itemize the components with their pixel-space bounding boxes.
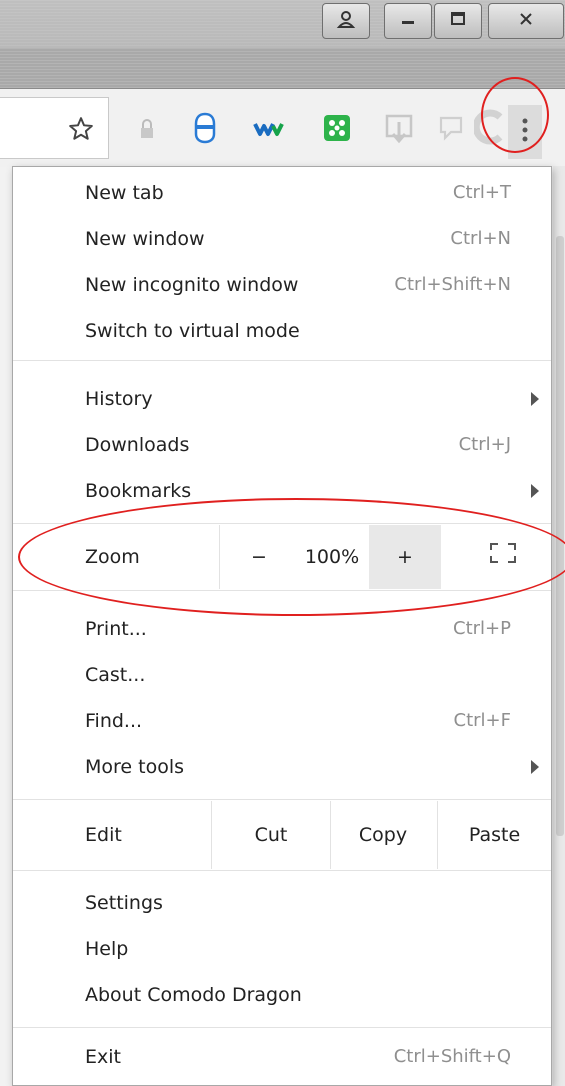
menu-item-cast[interactable]: Cast... [13, 653, 551, 697]
edit-divider [211, 801, 212, 869]
menu-item-about[interactable]: About Comodo Dragon [13, 973, 551, 1017]
menu-item-label: Downloads [85, 434, 190, 456]
menu-divider [13, 799, 551, 800]
menu-item-label: More tools [85, 756, 185, 778]
menu-item-label: Help [85, 938, 129, 960]
menu-item-shortcut: Ctrl+F [453, 710, 511, 731]
menu-divider [13, 590, 551, 591]
green-dice-icon[interactable] [322, 113, 352, 143]
menu-divider [13, 523, 551, 524]
edit-row: Edit Cut Copy Paste [13, 801, 551, 869]
lock-icon[interactable] [137, 116, 157, 142]
submenu-arrow-icon [531, 760, 539, 774]
cut-button[interactable]: Cut [213, 801, 329, 869]
zoom-divider [219, 525, 220, 589]
fullscreen-icon [489, 526, 517, 590]
zoom-out-button[interactable]: − [227, 525, 291, 589]
user-icon [336, 9, 356, 34]
close-button[interactable] [488, 3, 564, 39]
close-icon [517, 10, 535, 33]
menu-item-switch-virtual-mode[interactable]: Switch to virtual mode [13, 309, 551, 353]
menu-item-label: New tab [85, 182, 164, 204]
menu-item-shortcut: Ctrl+Shift+N [394, 274, 511, 295]
zoom-in-button[interactable]: + [369, 525, 441, 589]
browser-main-menu: New tab Ctrl+T New window Ctrl+N New inc… [12, 166, 552, 1086]
menu-item-label: New incognito window [85, 274, 299, 296]
minimize-button[interactable] [384, 3, 432, 39]
submenu-arrow-icon [531, 392, 539, 406]
submenu-arrow-icon [531, 484, 539, 498]
menu-item-new-incognito-window[interactable]: New incognito window Ctrl+Shift+N [13, 263, 551, 307]
menu-item-label: Cast... [85, 664, 146, 686]
c-logo-icon[interactable] [474, 109, 506, 145]
menu-item-history[interactable]: History [13, 377, 551, 421]
menu-item-downloads[interactable]: Downloads Ctrl+J [13, 423, 551, 467]
menu-item-new-window[interactable]: New window Ctrl+N [13, 217, 551, 261]
menu-kebab-button[interactable] [508, 105, 542, 159]
menu-item-label: Exit [85, 1046, 121, 1068]
maximize-button[interactable] [434, 3, 482, 39]
user-button[interactable] [322, 3, 370, 39]
wave-logo-icon[interactable] [252, 117, 286, 141]
menu-item-label: Print... [85, 618, 147, 640]
paste-button[interactable]: Paste [438, 801, 551, 869]
zoom-row: Zoom − 100% + [13, 525, 551, 589]
copy-button[interactable]: Copy [331, 801, 435, 869]
maximize-icon [449, 10, 467, 33]
menu-item-label: History [85, 388, 153, 410]
menu-divider [13, 360, 551, 361]
menu-item-label: Bookmarks [85, 480, 192, 502]
menu-item-shortcut: Ctrl+Shift+Q [393, 1046, 511, 1067]
menu-item-exit[interactable]: Exit Ctrl+Shift+Q [13, 1035, 551, 1079]
chat-icon[interactable] [436, 113, 466, 143]
zoom-level: 100% [304, 546, 360, 568]
edit-label: Edit [85, 824, 122, 846]
menu-item-more-tools[interactable]: More tools [13, 745, 551, 789]
menu-divider [13, 1027, 551, 1028]
menu-item-label: New window [85, 228, 205, 250]
menu-kebab-icon [521, 117, 529, 147]
menu-item-print[interactable]: Print... Ctrl+P [13, 607, 551, 651]
minimize-icon [399, 10, 417, 33]
menu-item-label: Settings [85, 892, 163, 914]
bookmark-star-icon[interactable] [66, 114, 96, 144]
menu-item-settings[interactable]: Settings [13, 881, 551, 925]
scrollbar-thumb[interactable] [556, 236, 564, 836]
menu-item-label: About Comodo Dragon [85, 984, 302, 1006]
menu-item-new-tab[interactable]: New tab Ctrl+T [13, 171, 551, 215]
menu-item-label: Find... [85, 710, 143, 732]
menu-item-shortcut: Ctrl+N [450, 228, 511, 249]
fullscreen-button[interactable] [473, 525, 533, 589]
download-icon[interactable] [384, 113, 414, 145]
menu-item-label: Switch to virtual mode [85, 320, 300, 342]
menu-item-bookmarks[interactable]: Bookmarks [13, 469, 551, 513]
menu-divider [13, 870, 551, 871]
browser-toolbar [0, 88, 565, 167]
shield-icon[interactable] [192, 111, 218, 145]
menu-item-shortcut: Ctrl+T [452, 182, 511, 203]
menu-item-shortcut: Ctrl+P [453, 618, 511, 639]
menu-item-help[interactable]: Help [13, 927, 551, 971]
menu-item-shortcut: Ctrl+J [458, 434, 511, 455]
zoom-label: Zoom [85, 546, 140, 568]
menu-item-find[interactable]: Find... Ctrl+F [13, 699, 551, 743]
